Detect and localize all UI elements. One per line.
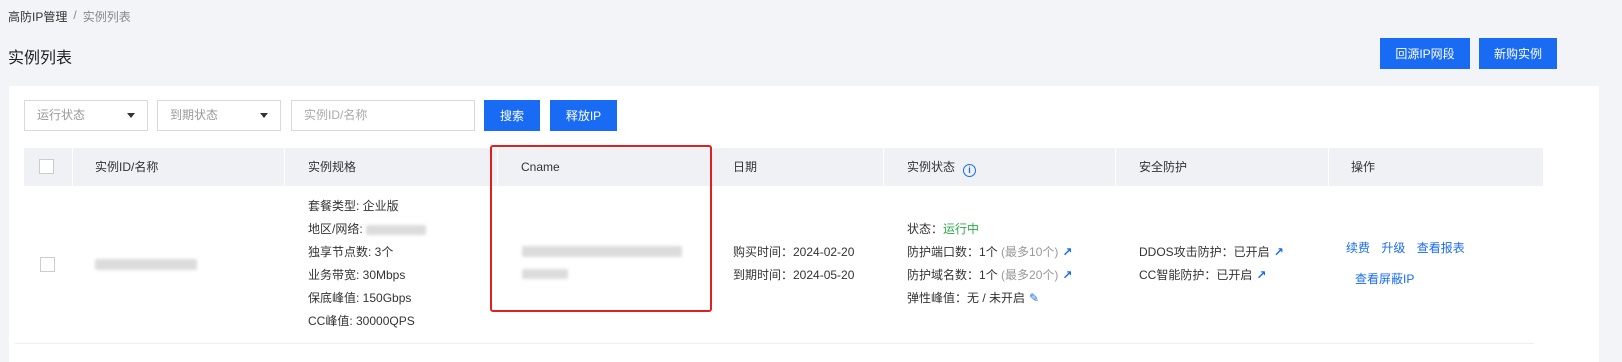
run-status-label: 运行状态 bbox=[37, 108, 86, 122]
view-blocked-ip-link[interactable]: 查看屏蔽IP bbox=[1355, 272, 1414, 286]
elastic-value: 无 / 未开启 bbox=[967, 291, 1026, 305]
arrow-icon[interactable]: ↗ bbox=[1274, 245, 1284, 259]
header-status-label: 实例状态 bbox=[907, 160, 956, 174]
ddos-label: DDOS攻击防护： bbox=[1139, 245, 1234, 259]
edit-icon[interactable]: ✎ bbox=[1029, 291, 1039, 305]
spec-cc: CC峰值: 30000QPS bbox=[308, 314, 415, 328]
status-badge: 运行中 bbox=[943, 222, 980, 236]
status-label: 状态： bbox=[907, 222, 944, 236]
chevron-down-icon bbox=[127, 113, 135, 118]
spec-type: 套餐类型: 企业版 bbox=[308, 199, 399, 213]
expire-date: 到期时间：2024-05-20 bbox=[733, 268, 855, 282]
spec-nodes: 独享节点数: 3个 bbox=[308, 245, 394, 259]
header-operations: 操作 bbox=[1351, 160, 1376, 174]
spec-region: 地区/网络: bbox=[308, 218, 427, 241]
search-button[interactable]: 搜索 bbox=[484, 100, 540, 131]
cc-label: CC智能防护： bbox=[1139, 268, 1217, 282]
arrow-icon[interactable]: ↗ bbox=[1062, 268, 1072, 282]
ports-max: (最多10个) bbox=[1001, 245, 1059, 259]
breadcrumb-separator: / bbox=[73, 8, 77, 22]
domains-value: 1个 bbox=[979, 268, 998, 282]
header-status: 实例状态 i bbox=[907, 148, 977, 186]
domains-line: 防护域名数：1个 (最多20个) ↗ bbox=[907, 264, 1072, 287]
region-redacted bbox=[366, 224, 427, 235]
table-header: 实例ID/名称 实例规格 Cname 日期 实例状态 i 安全防护 操作 bbox=[24, 148, 1543, 186]
chevron-down-icon bbox=[260, 113, 268, 118]
ports-value: 1个 bbox=[979, 245, 998, 259]
date-cell: 购买时间：2024-02-20 到期时间：2024-05-20 bbox=[733, 241, 854, 287]
new-instance-button[interactable]: 新购实例 bbox=[1479, 38, 1557, 69]
cc-line: CC智能防护：已开启 ↗ bbox=[1139, 264, 1284, 287]
search-input[interactable]: 实例ID/名称 bbox=[291, 100, 475, 131]
page-title: 实例列表 bbox=[8, 50, 73, 67]
release-ip-button[interactable]: 释放IP bbox=[550, 100, 617, 131]
operations-cell: 续费 升级 查看报表 bbox=[1346, 237, 1465, 260]
view-report-link[interactable]: 查看报表 bbox=[1417, 241, 1465, 255]
ddos-line: DDOS攻击防护：已开启 ↗ bbox=[1139, 241, 1284, 264]
header-instance-id: 实例ID/名称 bbox=[95, 160, 159, 174]
spec-bandwidth: 业务带宽: 30Mbps bbox=[308, 268, 406, 282]
spec-guarantee: 保底峰值: 150Gbps bbox=[308, 291, 412, 305]
elastic-line: 弹性峰值：无 / 未开启 ✎ bbox=[907, 287, 1072, 310]
domains-max: (最多20个) bbox=[1001, 268, 1059, 282]
arrow-icon[interactable]: ↗ bbox=[1062, 245, 1072, 259]
arrow-icon[interactable]: ↗ bbox=[1256, 268, 1266, 282]
breadcrumb-root[interactable]: 高防IP管理 bbox=[8, 8, 67, 25]
purchase-date: 购买时间：2024-02-20 bbox=[733, 245, 855, 259]
operations-cell-2: 查看屏蔽IP bbox=[1355, 268, 1414, 291]
header-date: 日期 bbox=[733, 160, 758, 174]
renew-link[interactable]: 续费 bbox=[1346, 241, 1370, 255]
ports-line: 防护端口数：1个 (最多10个) ↗ bbox=[907, 241, 1072, 264]
cc-value: 已开启 bbox=[1216, 268, 1253, 282]
elastic-label: 弹性峰值： bbox=[907, 291, 968, 305]
header-spec: 实例规格 bbox=[308, 160, 357, 174]
breadcrumb-current: 实例列表 bbox=[82, 10, 131, 24]
info-icon[interactable]: i bbox=[963, 164, 977, 177]
security-cell: DDOS攻击防护：已开启 ↗ CC智能防护：已开启 ↗ bbox=[1139, 241, 1284, 287]
domains-label: 防护域名数： bbox=[907, 268, 980, 282]
expire-status-select[interactable]: 到期状态 bbox=[157, 100, 281, 131]
ports-label: 防护端口数： bbox=[907, 245, 980, 259]
breadcrumb: 高防IP管理 / 实例列表 bbox=[8, 8, 131, 25]
run-status-select[interactable]: 运行状态 bbox=[24, 100, 148, 131]
instance-list-card: 运行状态 到期状态 实例ID/名称 搜索 释放IP 实例ID/名称 实例规格 C… bbox=[9, 86, 1599, 362]
status-line: 状态：运行中 bbox=[907, 218, 1072, 241]
row-checkbox[interactable] bbox=[40, 257, 55, 272]
instance-id-redacted[interactable] bbox=[95, 259, 197, 270]
spec-cell: 套餐类型: 企业版 地区/网络: 独享节点数: 3个 业务带宽: 30Mbps … bbox=[308, 195, 427, 333]
spec-region-label: 地区/网络: bbox=[308, 222, 367, 236]
row-divider bbox=[15, 343, 1534, 344]
select-all-checkbox[interactable] bbox=[39, 159, 54, 174]
header-security: 安全防护 bbox=[1139, 160, 1188, 174]
upgrade-link[interactable]: 升级 bbox=[1381, 241, 1405, 255]
cname-highlight-box bbox=[490, 145, 712, 312]
status-cell: 状态：运行中 防护端口数：1个 (最多10个) ↗ 防护域名数：1个 (最多20个… bbox=[907, 218, 1072, 310]
ddos-value: 已开启 bbox=[1233, 245, 1270, 259]
source-ip-range-button[interactable]: 回源IP网段 bbox=[1380, 38, 1470, 69]
expire-status-label: 到期状态 bbox=[170, 108, 219, 122]
